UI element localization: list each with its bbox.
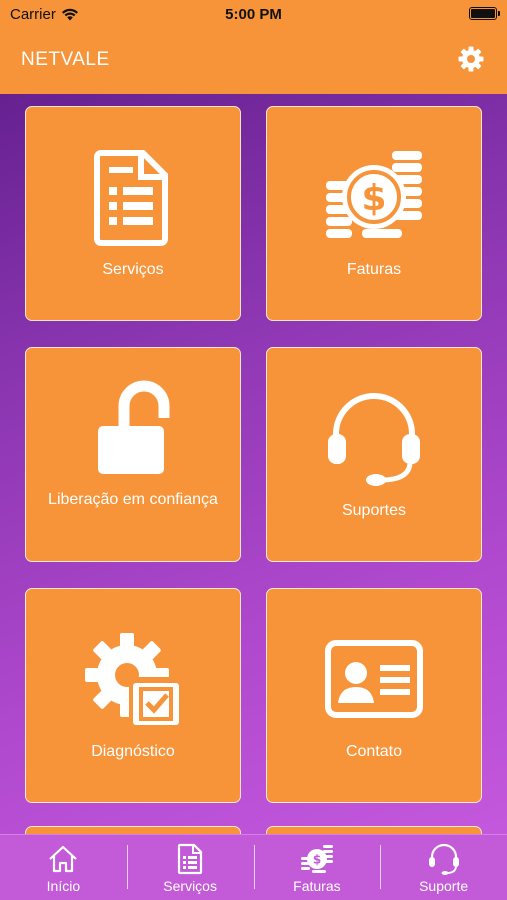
headset-icon bbox=[328, 393, 420, 486]
tab-label: Início bbox=[46, 878, 81, 894]
tab-label: Serviços bbox=[163, 878, 217, 894]
app-title: NETVALE bbox=[21, 49, 110, 70]
tab-servicos[interactable]: Serviços bbox=[126, 835, 254, 900]
unlocked-padlock-icon bbox=[98, 380, 170, 474]
menu-grid: Serviços $ Faturas Liberação em confianç… bbox=[0, 94, 507, 834]
tile-label: Contato bbox=[345, 743, 403, 760]
tab-suporte[interactable]: Suporte bbox=[380, 835, 507, 900]
tile-diagnostico[interactable]: Diagnóstico bbox=[25, 588, 241, 803]
tile-liberacao-em-confianca[interactable]: Liberação em confiança bbox=[25, 347, 241, 562]
status-bar: Carrier 5:00 PM bbox=[0, 0, 507, 28]
tile-partial[interactable] bbox=[25, 826, 241, 834]
gear-icon[interactable] bbox=[457, 45, 485, 73]
tile-contato[interactable]: Contato bbox=[266, 588, 482, 803]
dollar-coins-icon: $ bbox=[300, 845, 333, 873]
battery-icon bbox=[469, 7, 500, 20]
tab-inicio[interactable]: Início bbox=[0, 835, 127, 900]
tab-bar: Início Serviços $ Faturas Suporte bbox=[0, 834, 507, 900]
dollar-coins-icon: $ bbox=[326, 151, 422, 238]
document-list-icon bbox=[94, 150, 168, 246]
tile-label: Suportes bbox=[341, 502, 407, 519]
status-time: 5:00 PM bbox=[225, 6, 282, 23]
tile-label: Liberação em confiança bbox=[48, 491, 218, 508]
tile-servicos[interactable]: Serviços bbox=[25, 106, 241, 321]
headset-icon bbox=[428, 843, 459, 875]
tile-faturas[interactable]: $ Faturas bbox=[266, 106, 482, 321]
tile-suportes[interactable]: Suportes bbox=[266, 347, 482, 562]
tile-label: Faturas bbox=[346, 261, 402, 278]
tile-label: Serviços bbox=[102, 261, 164, 278]
contact-card-icon bbox=[325, 640, 423, 718]
tile-label: Diagnóstico bbox=[91, 743, 175, 760]
gear-checkbox-icon bbox=[85, 633, 181, 727]
svg-text:$: $ bbox=[313, 853, 321, 867]
home-icon bbox=[49, 845, 78, 873]
app-header: NETVALE bbox=[0, 28, 507, 94]
tab-label: Suporte bbox=[419, 878, 469, 894]
tab-label: Faturas bbox=[293, 878, 341, 894]
tile-partial[interactable] bbox=[266, 826, 482, 834]
document-list-icon bbox=[178, 843, 203, 875]
svg-text:$: $ bbox=[361, 178, 386, 219]
tab-faturas[interactable]: $ Faturas bbox=[253, 835, 381, 900]
